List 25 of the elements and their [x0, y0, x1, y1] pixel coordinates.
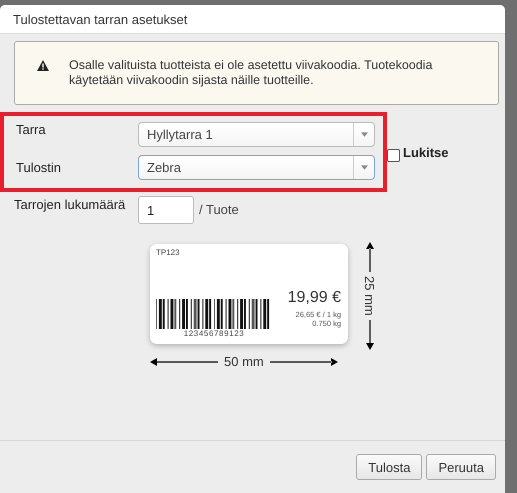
barcode-number: 123456789123 — [184, 329, 244, 338]
price: 19,99 € — [288, 289, 341, 307]
lock-label: Lukitse — [403, 144, 449, 160]
dimension-arrow — [366, 320, 374, 350]
height-dimension: 25 mm — [362, 276, 377, 316]
dropdown[interactable]: Zebra — [138, 154, 375, 180]
dimension-arrow — [150, 358, 218, 366]
dimension-arrow — [270, 358, 338, 366]
field-label: Tulostin — [16, 160, 62, 174]
warning-text: Osalle valituista tuotteista ei ole asetettu viivakoodia. Tuotekoodia käytetään viivakoodin sijasta näille tuotteille. — [69, 58, 434, 88]
count-input[interactable]: 1 — [138, 196, 194, 224]
field-label: Tarra — [16, 122, 47, 137]
product-code: TP123 — [156, 248, 180, 257]
lock-checkbox[interactable] — [387, 148, 400, 162]
field-label: Tarrojen lukumäärä — [14, 196, 126, 212]
dimension-arrow — [366, 242, 374, 272]
dropdown[interactable]: Hyllytarra 1 — [138, 122, 375, 147]
warning-icon — [37, 60, 49, 71]
unit-text: / Tuote — [199, 202, 239, 217]
width-dimension: 50 mm — [224, 354, 264, 369]
caret-icon — [360, 132, 368, 137]
dialog-button[interactable]: Peruuta — [426, 454, 496, 480]
dialog-title: Tulostettavan tarran asetukset — [13, 12, 188, 26]
caret-icon — [360, 164, 368, 170]
dialog-button[interactable]: Tulosta — [356, 454, 422, 480]
